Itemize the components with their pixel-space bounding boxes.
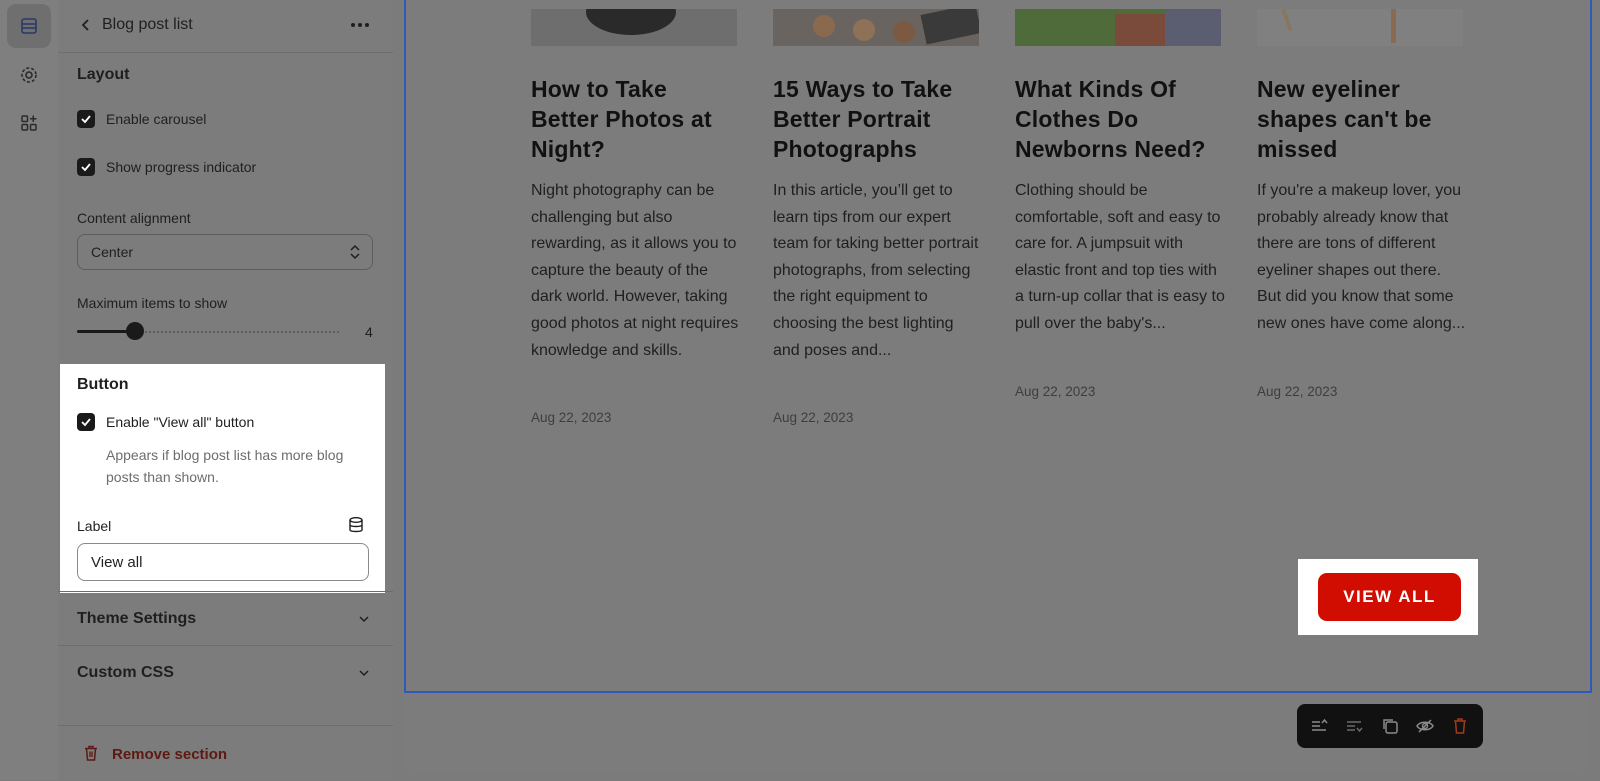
custom-css-title: Custom CSS — [77, 664, 174, 681]
post-date: Aug 22, 2023 — [773, 410, 854, 425]
remove-section-label: Remove section — [112, 746, 228, 763]
settings-sidebar: Blog post list Layout Enable carousel Sh… — [58, 0, 394, 780]
enable-carousel-label: Enable carousel — [106, 111, 207, 127]
post-image[interactable] — [531, 9, 737, 46]
label-input[interactable] — [77, 543, 369, 581]
move-up-icon[interactable] — [1309, 716, 1329, 736]
sections-icon[interactable] — [7, 4, 51, 48]
chevron-down-icon — [359, 670, 369, 677]
preview-area: How to Take Better Photos at Night? Nigh… — [393, 0, 1600, 780]
trash-icon — [85, 745, 97, 761]
post-title[interactable]: What Kinds Of Clothes Do Newborns Need? — [1015, 74, 1225, 164]
checkbox-checked-icon[interactable] — [77, 110, 95, 128]
view-all-button[interactable]: VIEW ALL — [1318, 573, 1461, 621]
left-rail — [0, 0, 58, 780]
theme-settings-accordion[interactable]: Theme Settings — [58, 591, 393, 646]
button-settings-panel: Button Enable "View all" button Appears … — [60, 364, 385, 593]
sidebar-header: Blog post list — [58, 0, 393, 53]
max-items-slider[interactable] — [77, 322, 339, 340]
database-icon[interactable] — [347, 516, 365, 534]
post-date: Aug 22, 2023 — [1015, 384, 1096, 399]
post-title[interactable]: New eyeliner shapes can't be missed — [1257, 74, 1467, 164]
move-down-icon[interactable] — [1344, 716, 1364, 736]
slider-thumb[interactable] — [126, 322, 144, 340]
view-all-highlight: VIEW ALL — [1298, 559, 1478, 635]
theme-settings-title: Theme Settings — [77, 610, 197, 627]
post-excerpt: Clothing should be comfortable, soft and… — [1015, 182, 1225, 332]
more-horizontal-icon[interactable] — [348, 15, 372, 35]
post-image[interactable] — [773, 9, 979, 46]
content-alignment-select[interactable]: Center — [77, 234, 373, 270]
show-progress-checkbox[interactable]: Show progress indicator — [77, 158, 256, 176]
post-title[interactable]: 15 Ways to Take Better Portrait Photogra… — [773, 74, 983, 164]
duplicate-icon[interactable] — [1380, 716, 1400, 736]
checkbox-checked-icon[interactable] — [77, 413, 95, 431]
layout-section-title: Layout — [77, 66, 130, 83]
hide-eye-icon[interactable] — [1415, 716, 1435, 736]
show-progress-label: Show progress indicator — [106, 159, 257, 175]
max-items-label: Maximum items to show — [77, 295, 228, 311]
enable-carousel-checkbox[interactable]: Enable carousel — [77, 110, 206, 128]
remove-section-button[interactable]: Remove section — [58, 725, 393, 781]
post-date: Aug 22, 2023 — [1257, 384, 1338, 399]
label-field-label: Label — [77, 518, 112, 534]
post-date: Aug 22, 2023 — [531, 410, 612, 425]
max-items-value: 4 — [365, 324, 373, 340]
post-excerpt: In this article, you’ll get to learn tip… — [773, 182, 979, 359]
sidebar-title: Blog post list — [102, 16, 193, 33]
settings-gear-icon[interactable] — [7, 53, 51, 97]
view-all-hint: Appears if blog post list has more blog … — [106, 447, 344, 485]
section-toolbar — [1297, 704, 1483, 748]
button-section-title: Button — [77, 376, 129, 393]
content-alignment-label: Content alignment — [77, 210, 191, 226]
custom-css-accordion[interactable]: Custom CSS — [58, 645, 393, 700]
post-excerpt: Night photography can be challenging but… — [531, 182, 739, 359]
post-image[interactable] — [1015, 9, 1221, 46]
select-chevrons-icon — [350, 244, 360, 260]
slider-rest — [145, 331, 339, 333]
back-chevron-icon[interactable] — [76, 15, 96, 35]
enable-view-all-label: Enable "View all" button — [106, 414, 255, 430]
checkbox-checked-icon[interactable] — [77, 158, 95, 176]
enable-view-all-checkbox[interactable]: Enable "View all" button — [77, 413, 254, 431]
apps-icon[interactable] — [7, 101, 51, 145]
delete-trash-icon[interactable] — [1450, 716, 1470, 736]
chevron-down-icon — [359, 616, 369, 623]
post-title[interactable]: How to Take Better Photos at Night? — [531, 74, 741, 164]
content-alignment-value: Center — [91, 244, 134, 260]
post-image[interactable] — [1257, 9, 1463, 46]
post-excerpt: If you're a makeup lover, you probably a… — [1257, 182, 1466, 332]
